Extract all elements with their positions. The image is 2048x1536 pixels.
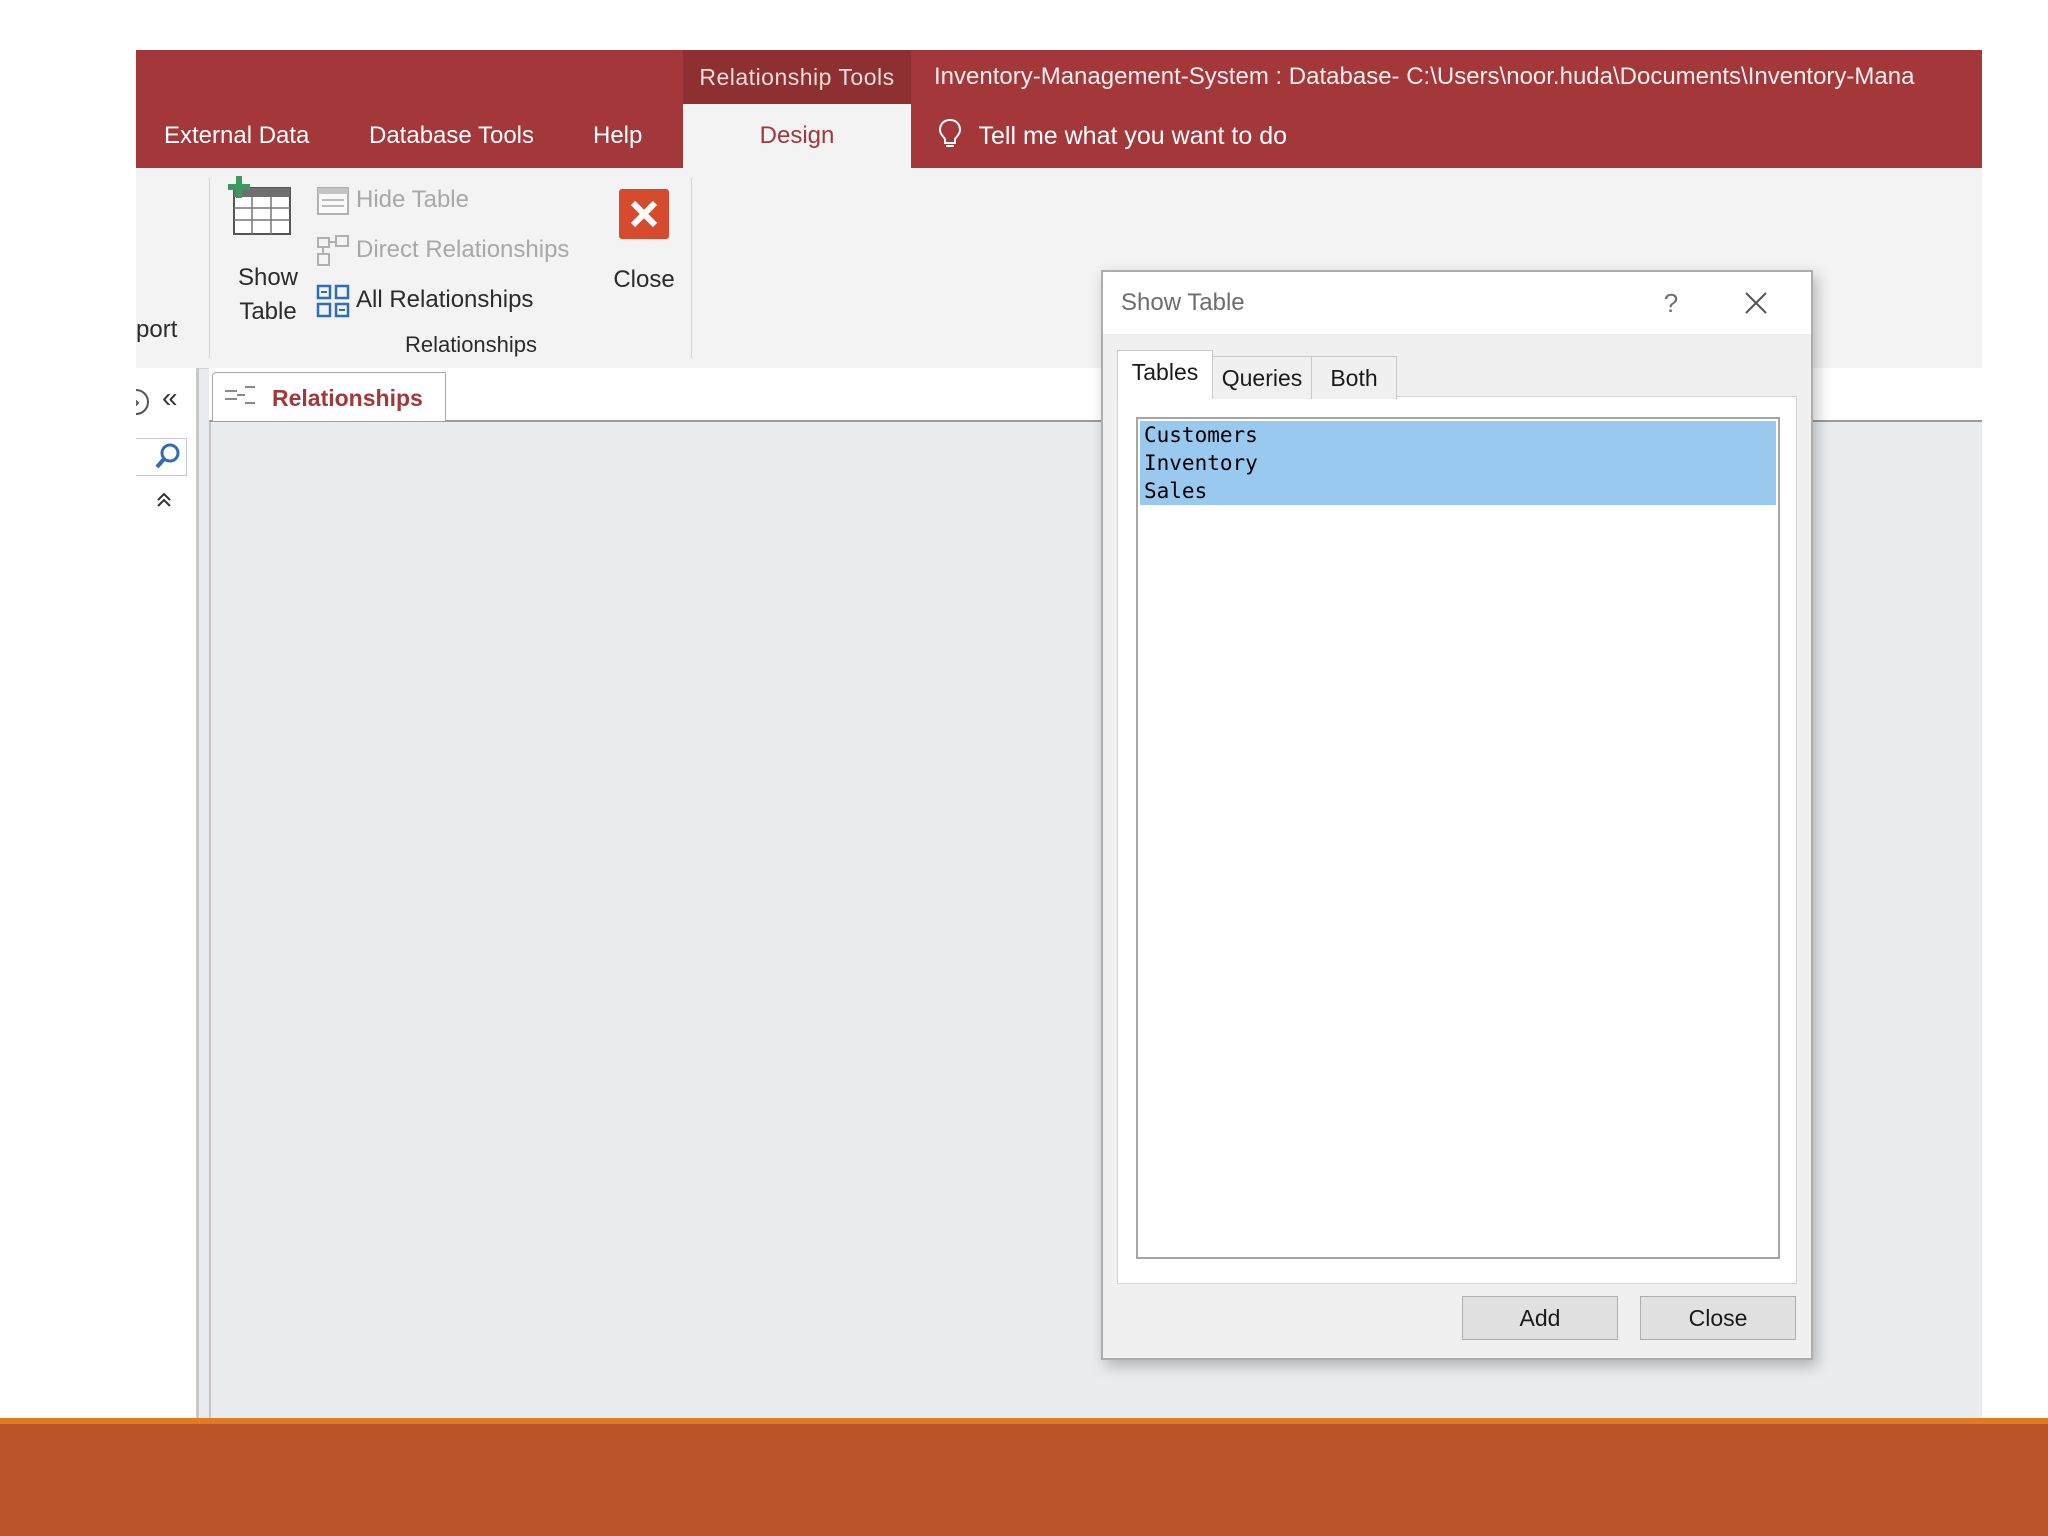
access-window: Relationship Tools Inventory-Management-… [136, 50, 1982, 1424]
tab-both[interactable]: Both [1311, 356, 1397, 399]
tab-database-tools[interactable]: Database Tools [369, 104, 534, 168]
hide-table-label: Hide Table [356, 186, 469, 213]
ribbon-group-label: Relationships [404, 332, 538, 357]
all-relationships-icon [316, 284, 350, 323]
lightbulb-icon [938, 119, 979, 150]
close-x-icon [618, 188, 670, 245]
table-listbox[interactable]: Customers Inventory Sales [1136, 417, 1780, 1259]
tab-tables[interactable]: Tables [1117, 350, 1213, 399]
tab-design[interactable]: Design [683, 104, 911, 168]
context-tab-label: Relationship Tools [699, 64, 895, 90]
show-table-dialog: Show Table ? Tables Queries Both Custome… [1101, 270, 1813, 1360]
direct-relationships-label: Direct Relationships [356, 236, 570, 263]
dialog-title: Show Table [1121, 289, 1245, 316]
close-label: Close [613, 266, 675, 293]
tab-external-data[interactable]: External Data [164, 104, 309, 168]
list-item[interactable]: Customers [1144, 421, 1258, 449]
tab-queries[interactable]: Queries [1211, 356, 1313, 399]
show-table-label-line1: Show [237, 264, 299, 291]
hide-table-icon [316, 186, 350, 221]
tell-me-search[interactable]: Tell me what you want to do [938, 104, 1287, 168]
show-table-label-line2: Table [239, 298, 297, 325]
search-icon[interactable] [154, 442, 182, 475]
all-relationships-label: All Relationships [356, 286, 534, 313]
navigation-pane: « [136, 368, 199, 1424]
list-item[interactable]: Inventory [1144, 449, 1258, 477]
expand-up-icon[interactable] [154, 490, 174, 515]
close-button[interactable]: Close [1640, 1296, 1796, 1340]
ribbon-separator [209, 178, 210, 358]
window-title: Inventory-Management-System : Database- … [934, 63, 1915, 90]
collapse-pane-icon[interactable]: « [162, 382, 178, 414]
direct-relationships-icon [316, 234, 350, 273]
ribbon-separator [691, 178, 692, 358]
show-table-icon [226, 176, 294, 243]
show-table-button[interactable]: Show Table [226, 176, 316, 336]
help-icon[interactable]: ? [1651, 272, 1691, 334]
slide-footer-bar [0, 1424, 2048, 1536]
list-item[interactable]: Sales [1144, 477, 1207, 505]
relationships-icon [225, 386, 255, 404]
nav-menu-dropdown-icon[interactable] [136, 388, 150, 421]
tell-me-label: Tell me what you want to do [978, 122, 1288, 150]
tab-help[interactable]: Help [593, 104, 642, 168]
close-relationships-button[interactable]: Close [598, 178, 690, 318]
document-tab-label: Relationships [272, 385, 423, 411]
close-icon[interactable] [1739, 286, 1773, 320]
add-button[interactable]: Add [1462, 1296, 1618, 1340]
import-partial-label: port [136, 316, 178, 343]
